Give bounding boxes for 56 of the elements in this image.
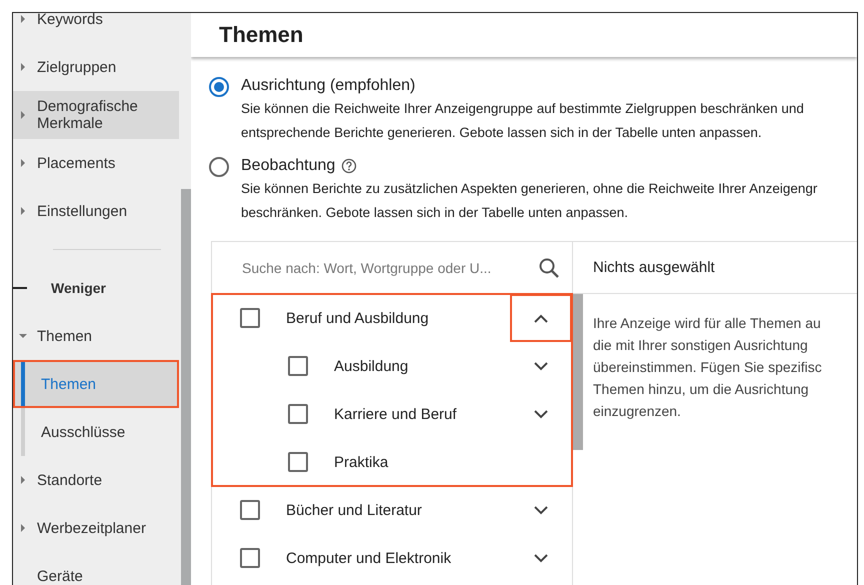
info-text: einzugrenzen. xyxy=(593,402,682,421)
page-title: Themen xyxy=(219,22,304,48)
search-icon[interactable] xyxy=(538,256,560,278)
checkbox[interactable] xyxy=(288,356,308,376)
chevron-icon[interactable] xyxy=(533,505,549,515)
caret-icon xyxy=(19,207,27,215)
chevron-icon[interactable] xyxy=(533,361,549,371)
sidebar-item[interactable]: Geräte xyxy=(13,552,179,585)
option-label: Beobachtung xyxy=(241,157,336,175)
selection-title: Nichts ausgewählt xyxy=(593,259,715,276)
checkbox[interactable] xyxy=(288,452,308,472)
caret-icon xyxy=(19,63,27,71)
subcategory-label: Karriere und Beruf xyxy=(334,406,458,422)
sidebar-item[interactable]: Standorte xyxy=(13,456,179,504)
category-label: Beruf und Ausbildung xyxy=(286,310,430,326)
sidebar-toggle[interactable]: Weniger xyxy=(51,280,106,296)
scrollbar[interactable] xyxy=(573,294,583,450)
help-icon[interactable] xyxy=(341,158,358,174)
checkbox[interactable] xyxy=(288,404,308,424)
caret-icon xyxy=(19,159,27,167)
caret-icon xyxy=(19,332,27,340)
sidebar-item[interactable]: Zielgruppen xyxy=(13,43,179,91)
radio-button[interactable] xyxy=(209,77,229,97)
option-description: Sie können die Reichweite Ihrer Anzeigengruppe auf bestimmte Zielgruppen beschränken und xyxy=(241,100,804,118)
info-text: übereinstimmen. Fügen Sie spezifisc xyxy=(593,358,823,377)
radio-button[interactable] xyxy=(209,157,229,177)
sidebar-item[interactable]: Ausschlüsse xyxy=(13,408,179,456)
sidebar-item[interactable]: Werbezeitplaner xyxy=(13,504,179,552)
caret-icon xyxy=(19,111,27,119)
caret-icon xyxy=(19,476,27,484)
sidebar-item[interactable]: Placements xyxy=(13,139,179,187)
scrollbar[interactable] xyxy=(181,189,191,585)
option-label: Ausrichtung (empfohlen) xyxy=(241,77,416,95)
checkbox[interactable] xyxy=(240,500,260,520)
option-description: entsprechende Berichte generieren. Gebote lassen sich in der Tabelle unten anpassen. xyxy=(241,124,763,142)
option-description: beschränken. Gebote lassen sich in der Tabelle unten anpassen. xyxy=(241,204,630,222)
info-text: die mit Ihrer sonstigen Ausrichtung xyxy=(593,336,809,355)
chevron-icon[interactable] xyxy=(533,553,549,563)
category-label: Bücher und Literatur xyxy=(286,502,423,518)
sidebar-item[interactable]: Keywords xyxy=(13,13,179,43)
checkbox[interactable] xyxy=(240,308,260,328)
chevron-icon[interactable] xyxy=(533,409,549,419)
category-label: Computer und Elektronik xyxy=(286,550,452,566)
subcategory-label: Ausbildung xyxy=(334,358,410,374)
search-field[interactable]: Suche nach: Wort, Wortgruppe oder U... xyxy=(240,258,538,276)
checkbox[interactable] xyxy=(240,548,260,568)
info-text: Themen hinzu, um die Ausrichtung xyxy=(593,380,810,399)
chevron-icon[interactable] xyxy=(533,313,549,323)
caret-icon xyxy=(19,524,27,532)
option-description: Sie können Berichte zu zusätzlichen Aspekten generieren, ohne die Reichweite Ihrer Anzeigengr xyxy=(241,180,818,198)
sidebar-item[interactable]: Demografische Merkmale xyxy=(13,91,179,139)
caret-icon xyxy=(19,15,27,23)
sidebar-item[interactable]: Einstellungen xyxy=(13,187,179,235)
sidebar-item[interactable]: Themen xyxy=(13,312,179,360)
info-text: Ihre Anzeige wird für alle Themen au xyxy=(593,314,822,333)
subcategory-label: Praktika xyxy=(334,454,390,470)
